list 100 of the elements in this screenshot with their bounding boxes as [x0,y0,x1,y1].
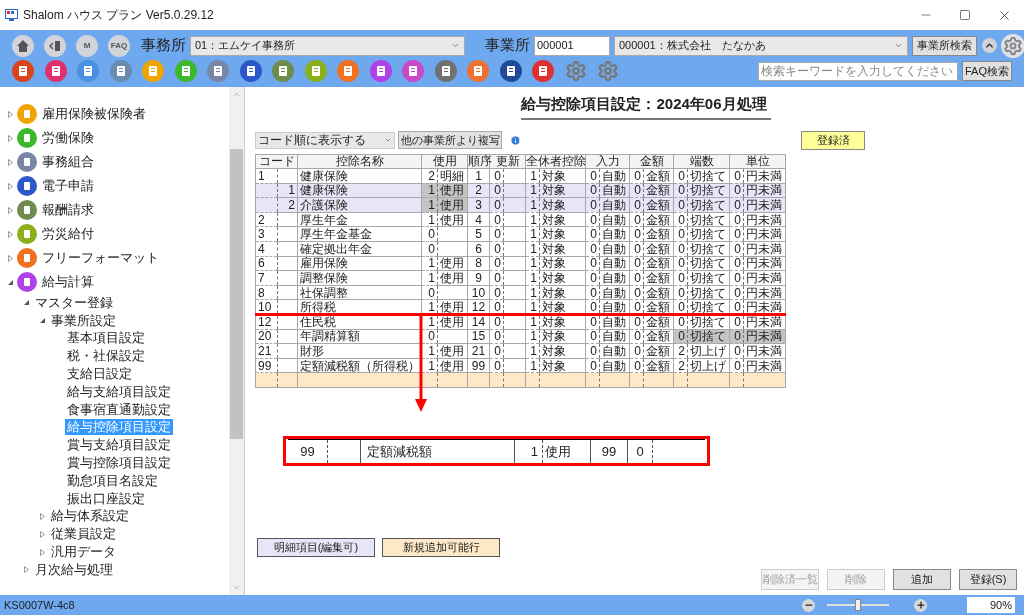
scroll-up-icon[interactable] [232,90,241,99]
table-cell: 0 [585,212,600,227]
expand-icon[interactable] [39,548,46,556]
tree-item[interactable]: 従業員設定 [49,526,118,543]
app-icon[interactable] [402,60,424,82]
tree-item[interactable]: 基本項目設定 [65,330,147,347]
table-cell: 調整保険 [297,270,422,286]
expand-icon[interactable] [7,134,14,142]
zoom-in-icon[interactable] [914,598,927,612]
business-dropdown[interactable]: 000001：株式会社 たなかあ [614,35,908,56]
table-cell: 対象 [539,270,586,286]
collapse-header-icon[interactable] [982,38,997,53]
table-cell [277,241,298,257]
scrollbar[interactable] [229,87,244,595]
expand-icon[interactable] [39,512,46,520]
back-icon[interactable] [44,34,66,57]
tree-item[interactable]: 電子申請 [40,178,96,194]
expand-icon[interactable] [7,158,14,166]
zoom-slider[interactable] [827,599,889,611]
search-field[interactable]: 検索キーワードを入力してください [758,61,958,81]
table-cell: 0 [629,256,644,271]
copy-button[interactable]: 他の事業所より複写 [398,131,502,149]
dropdown-caret-icon[interactable] [384,136,392,144]
maximize-icon[interactable] [959,9,971,21]
tree-item[interactable]: フリーフォーマット [40,250,161,266]
table-cell: 2 [467,183,490,198]
tree-item[interactable]: 労災給付 [40,226,96,242]
app-icon[interactable] [499,60,522,82]
dropdown-caret-icon[interactable] [894,41,903,50]
expand-icon[interactable] [7,182,14,190]
faq-search-button[interactable]: FAQ検索 [962,61,1012,81]
zoom-out-icon[interactable] [802,598,815,612]
tree-item[interactable]: 支給日設定 [65,366,134,383]
app-icon[interactable] [12,60,34,82]
business-code-field[interactable]: 000001 [534,35,610,56]
gear-icon[interactable] [564,60,587,82]
home-icon[interactable] [12,34,34,57]
app-icon[interactable] [272,60,294,82]
tree-item[interactable]: 勤怠項目名設定 [65,472,160,489]
tree-item[interactable]: 給与計算 [40,274,96,290]
collapse-icon[interactable] [7,278,14,286]
tree-item[interactable]: 食事宿直通勤設定 [65,401,173,418]
table-cell: 14 [467,314,490,330]
page-title: 給与控除項目設定：2024年06月処理 [521,93,771,120]
expand-icon[interactable] [7,230,14,238]
app-icon[interactable] [239,60,262,82]
table-cell [503,270,526,286]
tree-item[interactable]: 汎用データ [49,544,118,561]
tree-item[interactable]: 事務組合 [40,154,96,170]
expand-icon[interactable] [39,530,46,538]
info-icon[interactable] [510,134,521,146]
sort-dropdown[interactable]: コード順に表示する [255,131,395,149]
app-icon[interactable] [44,60,67,82]
tree-item[interactable]: 振出口座設定 [65,490,147,507]
expand-icon[interactable] [7,254,14,262]
table-cell [277,314,298,330]
tree-item[interactable]: 給与支給項目設定 [65,383,173,400]
tree-item[interactable]: 報酬請求 [40,202,96,218]
table-cell [277,285,298,300]
tree-item[interactable]: マスター登録 [33,294,115,311]
slider-thumb[interactable] [855,599,861,611]
scroll-down-icon[interactable] [232,583,241,592]
app-icon[interactable] [532,60,554,82]
tree-item[interactable]: 雇用保険被保険者 [40,106,148,122]
app-icon[interactable] [369,60,392,82]
table-cell [277,226,298,242]
table-cell: 1 [525,212,540,227]
table-cell: 0 [489,329,504,344]
tree-item[interactable]: 給与体系設定 [49,508,131,525]
table-cell: 金額 [643,183,674,198]
expand-icon[interactable] [23,566,30,574]
expand-icon[interactable] [7,110,14,118]
action-button[interactable]: 追加 [893,569,951,590]
header-icon-button[interactable]: M [76,34,98,57]
gear-icon[interactable] [597,60,619,82]
tree-item[interactable]: 事業所設定 [49,312,118,329]
collapse-icon[interactable] [39,317,46,325]
header-icon-button[interactable]: FAQ [108,34,130,57]
app-icon[interactable] [109,60,132,82]
app-icon[interactable] [434,60,457,82]
tree-item[interactable]: 月次給与処理 [33,561,115,578]
tree-item[interactable]: 税・社保設定 [65,348,147,365]
app-icon[interactable] [207,60,229,82]
table-cell: 切捨て [687,299,730,315]
office-dropdown[interactable]: 01：エムケイ事務所 [190,35,465,56]
zoom-field[interactable]: 90% [967,597,1015,613]
table-cell [503,343,526,359]
dropdown-caret-icon[interactable] [451,41,460,50]
settings-icon[interactable] [1001,33,1024,58]
collapse-icon[interactable] [23,299,30,307]
tree-item[interactable]: 賞与支給項目設定 [65,437,173,454]
status-code: KS0007W-4c8 [4,597,75,613]
action-button[interactable]: 登録(S) [959,569,1017,590]
tree-item[interactable]: 賞与控除項目設定 [65,455,173,472]
business-search-button[interactable]: 事業所検索 [912,35,977,56]
table-cell: 住民税 [297,314,422,330]
table-cell: 1 [525,329,540,344]
tree-item[interactable]: 労働保険 [40,130,96,146]
expand-icon[interactable] [7,206,14,214]
table-cell: 0 [629,299,644,315]
